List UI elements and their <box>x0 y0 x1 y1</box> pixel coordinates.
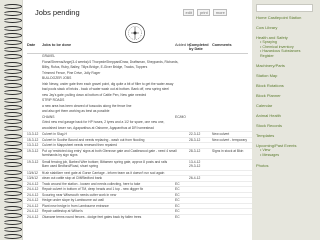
binding-ring <box>3 32 22 38</box>
page-toolbar: edit print more <box>183 9 228 16</box>
sidebar-sublink[interactable]: • Hazardous Substances Register <box>256 49 313 58</box>
binding-ring <box>3 18 22 24</box>
binding-ring <box>3 227 22 233</box>
binding-ring <box>3 126 22 132</box>
binding-ring <box>3 4 22 9</box>
cell-added: EC <box>175 214 180 219</box>
binding-ring <box>3 191 22 197</box>
binding-ring <box>3 54 22 60</box>
station-logo <box>125 23 145 43</box>
document-page: Jobs pending edit print more Date Jobs t… <box>22 0 252 240</box>
binding-ring <box>3 205 22 211</box>
binding-ring <box>3 104 22 110</box>
binding-ring <box>3 119 22 125</box>
sidebar: Home Castlepoint Station Cow Library Healt… <box>252 0 316 240</box>
binding-ring <box>3 169 22 175</box>
print-button[interactable]: print <box>197 9 211 16</box>
binding-ring <box>3 40 22 45</box>
more-button[interactable]: more <box>213 9 228 16</box>
binding-ring <box>3 76 22 81</box>
binding-ring <box>3 97 22 103</box>
search-input[interactable] <box>256 4 313 12</box>
col-header-comments: Comments <box>212 43 232 47</box>
binding-ring <box>3 148 22 153</box>
binding-ring <box>3 140 22 146</box>
page-title: Jobs pending <box>35 8 80 17</box>
binding-ring <box>3 155 22 161</box>
binding-ring <box>3 61 22 67</box>
col-header-completed: Completed by Date <box>189 43 209 52</box>
binding-ring <box>3 83 22 89</box>
binding-ring <box>3 11 22 17</box>
binding-ring <box>3 133 22 139</box>
binding-ring <box>3 184 22 189</box>
binding-ring <box>3 25 22 31</box>
col-header-job: Jobs to be done <box>42 43 72 47</box>
binding-ring <box>3 176 22 182</box>
binding-ring <box>3 90 22 96</box>
binding-ring <box>3 220 22 225</box>
binding-ring <box>3 162 22 168</box>
binding-ring <box>3 68 22 74</box>
cell-job: Okanane terms round fences - dodge feet … <box>42 214 142 219</box>
binding-ring <box>3 47 22 53</box>
binding-ring <box>3 198 22 204</box>
table-row: 24-4-12 Okanane terms round fences - dodg… <box>23 213 252 220</box>
binding-ring <box>3 234 22 240</box>
col-header-date: Date <box>27 43 36 47</box>
binding-ring <box>3 212 22 218</box>
binding-ring <box>3 112 22 117</box>
jobs-table: GRAVEL Fiona/Sheena/Ange(3-4 weeks)/4 Tho… <box>23 54 252 219</box>
edit-button[interactable]: edit <box>183 9 195 16</box>
